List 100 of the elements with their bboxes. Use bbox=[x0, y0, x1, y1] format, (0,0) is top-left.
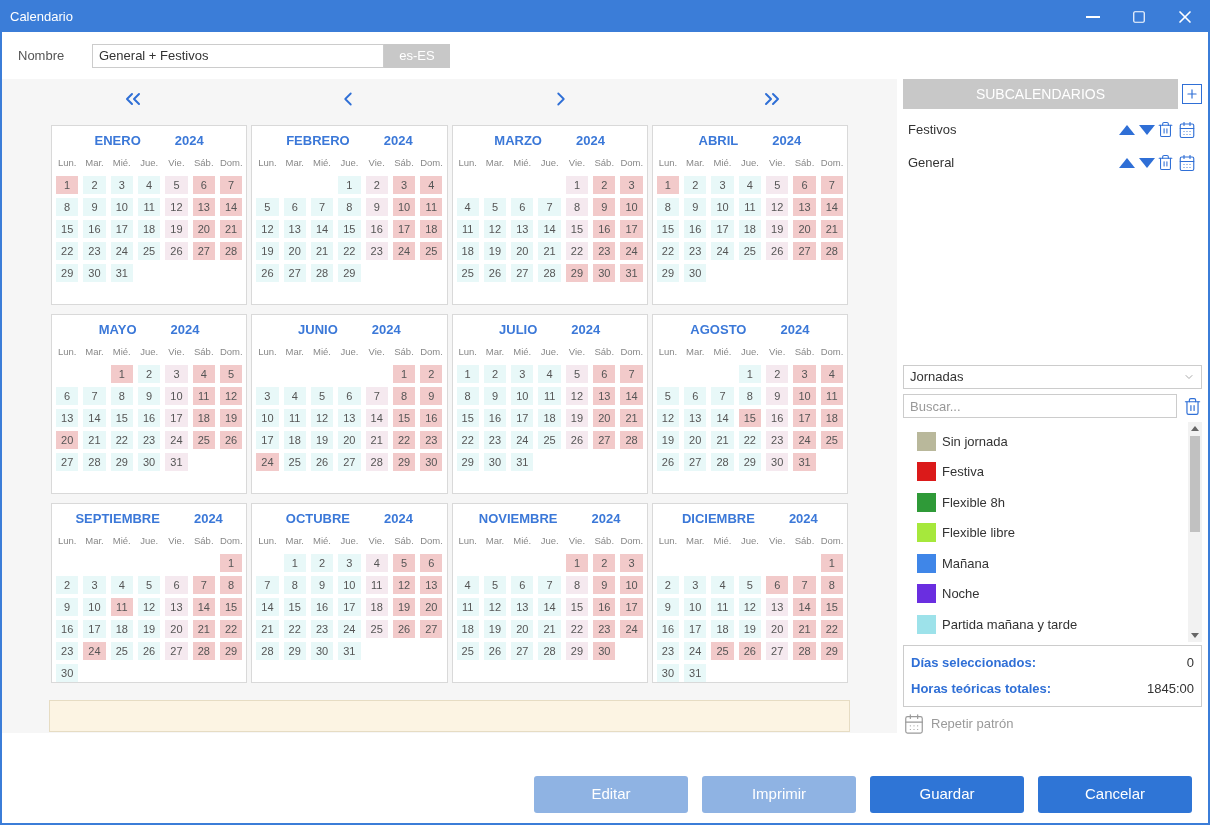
day-cell[interactable]: 29 bbox=[656, 264, 680, 282]
day-cell[interactable]: 20 bbox=[511, 620, 534, 638]
day-cell[interactable]: 19 bbox=[483, 242, 507, 260]
day-cell[interactable]: 7 bbox=[538, 198, 561, 216]
day-cell[interactable]: 6 bbox=[766, 576, 789, 594]
day-cell[interactable]: 2 bbox=[766, 365, 789, 383]
day-cell[interactable]: 20 bbox=[338, 431, 361, 449]
day-cell[interactable]: 7 bbox=[620, 365, 643, 383]
day-cell[interactable]: 6 bbox=[511, 576, 534, 594]
day-cell[interactable]: 18 bbox=[365, 598, 388, 616]
day-cell[interactable]: 21 bbox=[365, 431, 388, 449]
day-cell[interactable]: 23 bbox=[365, 242, 388, 260]
day-cell[interactable]: 15 bbox=[738, 409, 762, 427]
day-cell[interactable]: 8 bbox=[392, 387, 416, 405]
day-cell[interactable]: 2 bbox=[365, 176, 388, 194]
day-cell[interactable]: 29 bbox=[56, 264, 79, 282]
day-cell[interactable]: 14 bbox=[256, 598, 279, 616]
day-cell[interactable]: 5 bbox=[256, 198, 279, 216]
day-cell[interactable]: 25 bbox=[820, 431, 843, 449]
day-cell[interactable]: 7 bbox=[793, 576, 816, 594]
day-cell[interactable]: 20 bbox=[593, 409, 616, 427]
day-cell[interactable]: 7 bbox=[192, 576, 215, 594]
day-cell[interactable]: 29 bbox=[738, 453, 762, 471]
day-cell[interactable]: 20 bbox=[56, 431, 79, 449]
day-cell[interactable]: 2 bbox=[83, 176, 106, 194]
day-cell[interactable]: 17 bbox=[110, 220, 133, 238]
day-cell[interactable]: 25 bbox=[110, 642, 133, 660]
day-cell[interactable]: 3 bbox=[110, 176, 133, 194]
day-cell[interactable]: 5 bbox=[738, 576, 762, 594]
day-cell[interactable]: 5 bbox=[310, 387, 334, 405]
day-cell[interactable]: 25 bbox=[365, 620, 388, 638]
day-cell[interactable]: 6 bbox=[165, 576, 188, 594]
day-cell[interactable]: 22 bbox=[456, 431, 479, 449]
day-cell[interactable]: 15 bbox=[219, 598, 243, 616]
day-cell[interactable]: 12 bbox=[766, 198, 789, 216]
day-cell[interactable]: 8 bbox=[565, 198, 589, 216]
day-cell[interactable]: 9 bbox=[656, 598, 680, 616]
scrollbar[interactable] bbox=[1188, 422, 1202, 642]
day-cell[interactable]: 28 bbox=[793, 642, 816, 660]
day-cell[interactable]: 15 bbox=[56, 220, 79, 238]
day-cell[interactable]: 3 bbox=[620, 176, 643, 194]
day-cell[interactable]: 11 bbox=[538, 387, 561, 405]
day-cell[interactable]: 25 bbox=[711, 642, 734, 660]
day-cell[interactable]: 1 bbox=[283, 554, 306, 572]
day-cell[interactable]: 8 bbox=[219, 576, 243, 594]
day-cell[interactable]: 12 bbox=[137, 598, 161, 616]
day-cell[interactable]: 9 bbox=[684, 198, 707, 216]
day-cell[interactable]: 26 bbox=[738, 642, 762, 660]
day-cell[interactable]: 14 bbox=[83, 409, 106, 427]
day-cell[interactable]: 27 bbox=[593, 431, 616, 449]
day-cell[interactable]: 1 bbox=[456, 365, 479, 383]
day-cell[interactable]: 11 bbox=[820, 387, 843, 405]
day-cell[interactable]: 30 bbox=[656, 664, 680, 682]
day-cell[interactable]: 26 bbox=[656, 453, 680, 471]
trash-icon[interactable] bbox=[1157, 121, 1174, 138]
day-cell[interactable]: 13 bbox=[511, 598, 534, 616]
day-cell[interactable]: 21 bbox=[83, 431, 106, 449]
day-cell[interactable]: 27 bbox=[511, 264, 534, 282]
day-cell[interactable]: 24 bbox=[256, 453, 279, 471]
day-cell[interactable]: 21 bbox=[820, 220, 843, 238]
day-cell[interactable]: 16 bbox=[483, 409, 507, 427]
day-cell[interactable]: 21 bbox=[219, 220, 243, 238]
day-cell[interactable]: 24 bbox=[83, 642, 106, 660]
day-cell[interactable]: 11 bbox=[365, 576, 388, 594]
day-cell[interactable]: 22 bbox=[565, 620, 589, 638]
day-cell[interactable]: 24 bbox=[392, 242, 416, 260]
day-cell[interactable]: 14 bbox=[620, 387, 643, 405]
day-cell[interactable]: 10 bbox=[392, 198, 416, 216]
day-cell[interactable]: 9 bbox=[83, 198, 106, 216]
day-cell[interactable]: 1 bbox=[565, 554, 589, 572]
day-cell[interactable]: 10 bbox=[338, 576, 361, 594]
day-cell[interactable]: 29 bbox=[110, 453, 133, 471]
day-cell[interactable]: 3 bbox=[256, 387, 279, 405]
day-cell[interactable]: 31 bbox=[511, 453, 534, 471]
day-cell[interactable]: 22 bbox=[656, 242, 680, 260]
day-cell[interactable]: 1 bbox=[56, 176, 79, 194]
name-field[interactable]: General + Festivos bbox=[92, 43, 384, 68]
day-cell[interactable]: 28 bbox=[711, 453, 734, 471]
day-cell[interactable]: 1 bbox=[338, 176, 361, 194]
day-cell[interactable]: 29 bbox=[565, 642, 589, 660]
day-cell[interactable]: 26 bbox=[310, 453, 334, 471]
day-cell[interactable]: 28 bbox=[192, 642, 215, 660]
day-cell[interactable]: 19 bbox=[256, 242, 279, 260]
day-cell[interactable]: 29 bbox=[392, 453, 416, 471]
day-cell[interactable]: 18 bbox=[820, 409, 843, 427]
day-cell[interactable]: 27 bbox=[793, 242, 816, 260]
day-cell[interactable]: 2 bbox=[593, 554, 616, 572]
day-cell[interactable]: 16 bbox=[684, 220, 707, 238]
move-up-icon[interactable] bbox=[1119, 124, 1135, 135]
day-cell[interactable]: 23 bbox=[56, 642, 79, 660]
day-cell[interactable]: 14 bbox=[538, 220, 561, 238]
day-cell[interactable]: 10 bbox=[620, 576, 643, 594]
day-cell[interactable]: 15 bbox=[283, 598, 306, 616]
day-cell[interactable]: 17 bbox=[511, 409, 534, 427]
day-cell[interactable]: 27 bbox=[684, 453, 707, 471]
day-cell[interactable]: 4 bbox=[820, 365, 843, 383]
day-cell[interactable]: 30 bbox=[83, 264, 106, 282]
day-cell[interactable]: 17 bbox=[711, 220, 734, 238]
day-cell[interactable]: 4 bbox=[538, 365, 561, 383]
jornada-name[interactable]: Festiva bbox=[942, 462, 984, 482]
